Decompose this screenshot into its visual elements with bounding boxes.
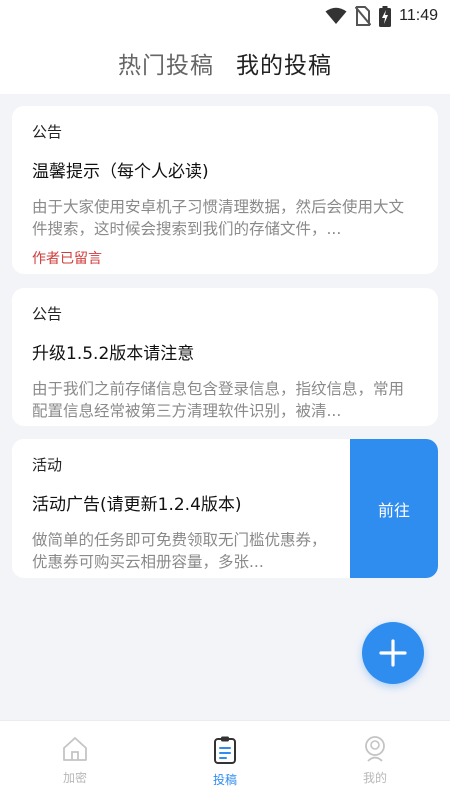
bottom-nav: 加密 投稿 我的 (0, 720, 450, 800)
status-bar: 11:49 (0, 0, 450, 32)
post-description: 由于大家使用安卓机子习惯清理数据，然后会使用大文件搜索，这时候会搜索到我们的存储… (32, 198, 405, 238)
post-card[interactable]: 公告 温馨提示（每个人必读) 由于大家使用安卓机子习惯清理数据，然后会使用大文件… (12, 106, 438, 274)
nav-item-encrypt[interactable]: 加密 (0, 721, 150, 800)
post-title: 升级1.5.2版本请注意 (32, 344, 195, 364)
post-description: 由于我们之前存储信息包含登录信息，指纹信息，常用配置信息经常被第三方清理软件识别… (32, 380, 405, 420)
home-icon (61, 735, 89, 763)
profile-icon (361, 735, 389, 763)
post-type: 公告 (32, 305, 63, 323)
plus-icon (379, 639, 407, 667)
post-card[interactable]: 活动 活动广告(请更新1.2.4版本) 做简单的任务即可免费领取无门槛优惠券，优… (12, 439, 438, 578)
battery-charging-icon (379, 5, 392, 27)
tab-hot-posts[interactable]: 热门投稿 (118, 46, 214, 80)
nav-label: 投稿 (212, 773, 237, 787)
post-type: 公告 (32, 123, 63, 141)
tab-my-posts[interactable]: 我的投稿 (236, 46, 332, 80)
nav-item-mine[interactable]: 我的 (300, 721, 450, 800)
author-note: 作者已留言 (32, 251, 102, 267)
post-description: 做简单的任务即可免费领取无门槛优惠券，优惠券可购买云相册容量，多张... (32, 531, 327, 571)
nav-item-posts[interactable]: 投稿 (150, 721, 300, 800)
nav-label: 加密 (62, 771, 87, 785)
nav-label: 我的 (362, 771, 387, 785)
post-card[interactable]: 公告 升级1.5.2版本请注意 由于我们之前存储信息包含登录信息，指纹信息，常用… (12, 288, 438, 426)
post-type: 活动 (32, 456, 63, 474)
post-title: 活动广告(请更新1.2.4版本) (32, 495, 242, 515)
status-time: 11:49 (399, 7, 438, 24)
top-tab-bar: 热门投稿 我的投稿 (0, 32, 450, 94)
post-title: 温馨提示（每个人必读) (32, 162, 209, 182)
no-sim-icon (355, 6, 372, 26)
add-post-button[interactable] (362, 622, 424, 684)
clipboard-icon (211, 735, 239, 765)
wifi-icon (325, 7, 347, 25)
goto-button[interactable]: 前往 (350, 439, 438, 578)
